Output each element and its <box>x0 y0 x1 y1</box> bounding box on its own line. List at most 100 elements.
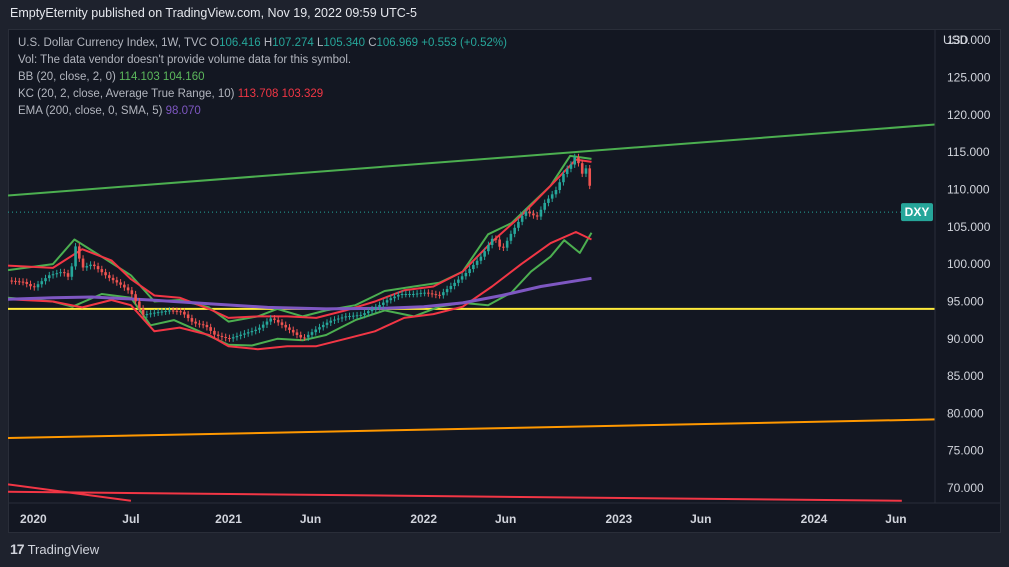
candle-body <box>254 329 258 331</box>
x-tick-label: 2022 <box>410 512 437 526</box>
candle-body <box>164 311 167 313</box>
x-tick-label: 2020 <box>20 512 47 526</box>
candle-body <box>528 211 531 214</box>
candle-body <box>44 278 47 282</box>
trendline-4[interactable] <box>8 490 902 502</box>
candle-body <box>408 293 411 295</box>
x-tick-label: 2024 <box>801 512 828 526</box>
candle-body <box>224 336 227 339</box>
legend-kc-upper: 113.708 <box>237 88 279 100</box>
trendline-0[interactable] <box>8 123 936 197</box>
candle-body <box>351 315 355 317</box>
candle-body <box>160 311 164 313</box>
candle-body <box>359 314 363 316</box>
candle-body <box>494 238 498 240</box>
legend-c-label: C <box>368 37 377 49</box>
candle-body <box>21 281 25 283</box>
candle-body <box>382 302 385 305</box>
candle-body <box>498 239 501 247</box>
candle-body <box>464 273 468 277</box>
candle-body <box>29 283 32 287</box>
candle-body <box>213 330 216 335</box>
candle-body <box>156 312 160 314</box>
series-bb-lower[interactable] <box>8 232 593 347</box>
legend-bb-upper: 114.103 <box>119 71 160 83</box>
candle-body <box>288 327 291 330</box>
candle-body <box>100 269 104 273</box>
legend-h-label: H <box>263 37 273 49</box>
candle-body <box>175 310 179 312</box>
candle-body <box>145 314 149 316</box>
candle-body <box>483 251 486 257</box>
legend-change: +0.553 (+0.52%) <box>421 37 507 49</box>
indicator-series <box>8 154 593 351</box>
candle-body <box>535 215 539 217</box>
candle-body <box>47 275 51 279</box>
candle-body <box>314 329 318 333</box>
candle-body <box>85 266 89 268</box>
candle-body <box>333 319 336 321</box>
candle-body <box>303 337 306 339</box>
candle-body <box>588 168 592 186</box>
candle-body <box>558 182 561 191</box>
candle-body <box>10 280 14 282</box>
candle-body <box>276 319 280 323</box>
candle-body <box>442 292 445 296</box>
legend-high: 107.274 <box>272 37 314 49</box>
candle-body <box>231 337 235 339</box>
candle-body <box>239 334 242 336</box>
candle-body <box>415 293 419 295</box>
legend-low: 105.340 <box>323 37 365 49</box>
candle-body <box>96 266 100 270</box>
candle-body <box>261 324 265 328</box>
x-tick-label: Jun <box>690 512 711 526</box>
candle-body <box>550 194 554 199</box>
legend-ema-row[interactable]: EMA (200, close, 0, SMA, 5) 98.070 <box>18 103 507 120</box>
candle-body <box>547 198 550 203</box>
candle-body <box>183 311 186 315</box>
candle-body <box>400 293 404 295</box>
candle-body <box>149 313 152 315</box>
candle-body <box>580 163 584 174</box>
legend-bb-label: BB (20, close, 2, 0) <box>18 71 116 83</box>
candle-body <box>487 244 490 252</box>
candle-body <box>366 311 370 314</box>
x-tick-label: Jun <box>495 512 516 526</box>
candle-body <box>427 292 430 294</box>
series-kc-lower[interactable] <box>8 231 592 351</box>
legend-bb-row[interactable]: BB (20, close, 2, 0) 114.103 104.160 <box>18 69 507 86</box>
candle-body <box>562 173 565 183</box>
candle-body <box>490 238 494 245</box>
candle-body <box>539 209 543 217</box>
legend-kc-row[interactable]: KC (20, 2, close, Average True Range, 10… <box>18 86 507 103</box>
legend-kc-lower: 103.329 <box>281 88 324 100</box>
legend-ema-value: 98.070 <box>165 105 201 117</box>
legend-volume: Vol: The data vendor doesn't provide vol… <box>18 54 352 66</box>
candle-body <box>513 227 516 234</box>
candle-body <box>389 298 393 301</box>
candle-body <box>419 292 423 294</box>
candle-body <box>453 282 456 287</box>
footer-brand[interactable]: 17 TradingView <box>10 541 99 557</box>
candle-body <box>198 323 201 325</box>
candle-body <box>153 312 156 314</box>
candle-body <box>385 300 389 303</box>
candle-body <box>62 272 66 274</box>
candle-body <box>17 281 21 283</box>
candle-body <box>457 279 460 283</box>
candle-body <box>310 332 314 335</box>
legend-ema-label: EMA (200, close, 0, SMA, 5) <box>18 105 163 117</box>
candle-body <box>318 327 321 330</box>
candle-body <box>25 281 29 284</box>
trendline-2[interactable] <box>8 418 936 440</box>
candle-body <box>179 311 182 313</box>
candle-body <box>216 334 220 336</box>
candle-body <box>509 233 513 241</box>
candle-body <box>423 292 426 294</box>
candle-body <box>291 329 295 333</box>
candle-body <box>78 246 81 259</box>
candle-body <box>74 246 77 267</box>
y-tick-label: 80.000 <box>947 406 984 420</box>
candle-body <box>306 334 310 338</box>
y-tick-label: 115.000 <box>947 145 990 159</box>
